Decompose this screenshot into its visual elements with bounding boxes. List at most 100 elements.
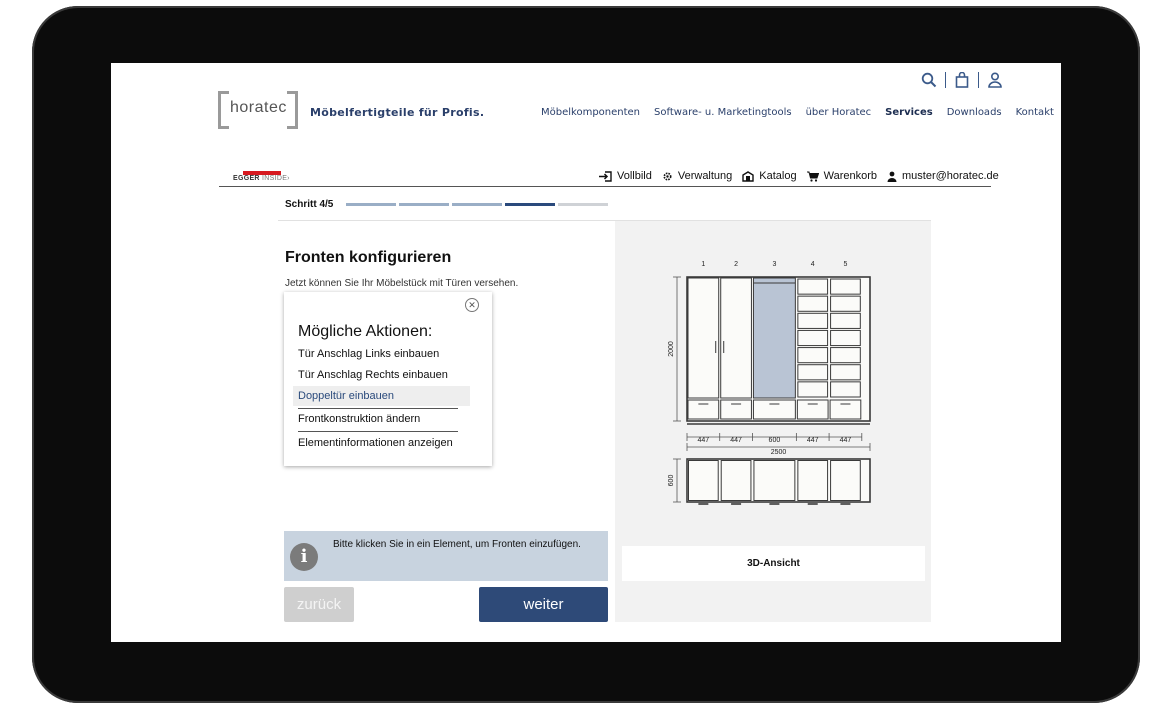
nav-item-moebelkomponenten[interactable]: Möbelkomponenten bbox=[541, 107, 640, 118]
action-change-front[interactable]: Frontkonstruktion ändern bbox=[298, 413, 458, 425]
nav-item-downloads[interactable]: Downloads bbox=[947, 107, 1002, 118]
drawer-front[interactable] bbox=[687, 399, 720, 420]
icon-separator bbox=[945, 72, 946, 88]
drawer-front[interactable] bbox=[796, 399, 829, 420]
shelf-compartment[interactable] bbox=[797, 312, 829, 329]
admin-button[interactable]: Verwaltung bbox=[662, 170, 732, 182]
toolbar-divider bbox=[219, 186, 991, 187]
column-number: 2 bbox=[734, 261, 738, 268]
menu-divider bbox=[298, 431, 458, 432]
shelf-compartment[interactable] bbox=[797, 329, 829, 347]
catalog-button[interactable]: Katalog bbox=[742, 170, 797, 182]
info-box: i Bitte klicken Sie in ein Element, um F… bbox=[284, 531, 608, 581]
egger-inside-logo: EGGER INSIDE› bbox=[233, 171, 313, 185]
catalog-icon bbox=[742, 170, 754, 182]
egger-suffix: INSIDE› bbox=[262, 175, 290, 182]
catalog-label: Katalog bbox=[759, 170, 797, 182]
progress-step-1 bbox=[346, 203, 396, 206]
column-width-label: 447 bbox=[698, 437, 710, 444]
shelf-compartment[interactable] bbox=[830, 381, 861, 398]
column-width-label: 447 bbox=[730, 437, 742, 444]
height-label: 2000 bbox=[668, 341, 675, 357]
door-front[interactable] bbox=[720, 277, 752, 399]
main-nav: Möbelkomponenten Software- u. Marketingt… bbox=[541, 107, 1054, 118]
top-view: 600 bbox=[668, 458, 871, 505]
screen: horatec Möbelfertigteile für Profis. Möb… bbox=[111, 63, 1061, 642]
cart-button[interactable]: Warenkorb bbox=[806, 170, 877, 182]
horatec-logo[interactable]: horatec bbox=[218, 91, 298, 129]
user-menu[interactable]: muster@horatec.de bbox=[887, 170, 999, 182]
user-account-icon[interactable] bbox=[985, 71, 1005, 89]
shelf-compartment[interactable] bbox=[797, 295, 829, 312]
nav-item-ueber-horatec[interactable]: über Horatec bbox=[806, 107, 872, 118]
logo-word: horatec bbox=[230, 99, 287, 116]
action-element-info[interactable]: Elementinformationen anzeigen bbox=[298, 437, 458, 449]
logo-bracket-left bbox=[218, 91, 229, 129]
user-email: muster@horatec.de bbox=[902, 170, 999, 182]
progress-step-2 bbox=[399, 203, 449, 206]
total-width-label: 2500 bbox=[771, 449, 787, 456]
column-width-label: 447 bbox=[807, 437, 819, 444]
search-icon[interactable] bbox=[919, 71, 939, 89]
back-button[interactable]: zurück bbox=[284, 587, 354, 622]
top-view-compartment bbox=[753, 460, 796, 501]
column-number: 1 bbox=[701, 261, 705, 268]
close-icon[interactable]: ✕ bbox=[465, 298, 479, 312]
page-title: Fronten konfigurieren bbox=[285, 249, 452, 266]
page-subtitle: Jetzt können Sie Ihr Möbelstück mit Türe… bbox=[285, 278, 519, 289]
action-double-door[interactable]: Doppeltür einbauen bbox=[293, 386, 470, 406]
shelf-compartment[interactable] bbox=[830, 347, 861, 364]
depth-label: 600 bbox=[668, 475, 675, 487]
step-progress bbox=[346, 203, 608, 206]
front-view[interactable] bbox=[686, 276, 871, 425]
progress-step-5 bbox=[558, 203, 608, 206]
column-number: 5 bbox=[843, 261, 847, 268]
shelf-compartment[interactable] bbox=[797, 278, 829, 295]
nav-item-software[interactable]: Software- u. Marketingtools bbox=[654, 107, 792, 118]
actions-heading: Mögliche Aktionen: bbox=[298, 323, 433, 340]
shelf-compartment[interactable] bbox=[830, 364, 861, 381]
cabinet-drawing[interactable]: 1 2 3 4 5 447 447 600 447 447 2500 2000 600 bbox=[615, 221, 931, 531]
fullscreen-label: Vollbild bbox=[617, 170, 652, 182]
door-front[interactable] bbox=[687, 277, 720, 399]
shelf-compartment[interactable] bbox=[797, 364, 829, 381]
shelf-compartment[interactable] bbox=[797, 381, 829, 398]
top-view-compartment bbox=[797, 460, 829, 501]
column-number: 3 bbox=[772, 261, 776, 268]
top-view-compartment bbox=[720, 460, 752, 501]
shelf-compartment[interactable] bbox=[830, 295, 861, 312]
configurator-toolbar: Vollbild Verwaltung Katalog Warenkorb mu… bbox=[599, 170, 999, 182]
column-numbers: 1 2 3 4 5 bbox=[701, 261, 847, 268]
shelf-compartment[interactable] bbox=[830, 278, 861, 295]
progress-step-3 bbox=[452, 203, 502, 206]
shopping-bag-icon[interactable] bbox=[952, 71, 972, 89]
shelf-compartment[interactable] bbox=[797, 347, 829, 364]
tagline: Möbelfertigteile für Profis. bbox=[310, 106, 485, 119]
gear-icon bbox=[663, 171, 672, 181]
drawer-front[interactable] bbox=[829, 399, 862, 420]
top-icons bbox=[919, 71, 1005, 89]
menu-divider bbox=[298, 408, 458, 409]
drawer-front[interactable] bbox=[752, 399, 796, 420]
shelf-compartment[interactable] bbox=[830, 312, 861, 329]
action-door-right[interactable]: Tür Anschlag Rechts einbauen bbox=[298, 369, 458, 381]
fullscreen-button[interactable]: Vollbild bbox=[599, 170, 652, 182]
fullscreen-icon bbox=[599, 170, 612, 182]
view-3d-button[interactable]: 3D-Ansicht bbox=[622, 546, 925, 581]
shelf-compartment[interactable] bbox=[830, 329, 861, 347]
column-width-label: 600 bbox=[769, 437, 781, 444]
nav-item-services[interactable]: Services bbox=[885, 107, 933, 118]
icon-separator bbox=[978, 72, 979, 88]
info-icon: i bbox=[290, 543, 318, 571]
cart-label: Warenkorb bbox=[823, 170, 877, 182]
progress-step-4 bbox=[505, 203, 555, 206]
selected-column[interactable] bbox=[752, 277, 796, 399]
nav-item-kontakt[interactable]: Kontakt bbox=[1016, 107, 1054, 118]
action-door-left[interactable]: Tür Anschlag Links einbauen bbox=[298, 348, 458, 360]
drawer-front[interactable] bbox=[720, 399, 752, 420]
column-width-label: 447 bbox=[840, 437, 852, 444]
next-button[interactable]: weiter bbox=[479, 587, 608, 622]
cart-icon bbox=[806, 171, 819, 182]
step-label: Schritt 4/5 bbox=[285, 199, 334, 210]
egger-logo-text: EGGER INSIDE› bbox=[233, 175, 290, 182]
